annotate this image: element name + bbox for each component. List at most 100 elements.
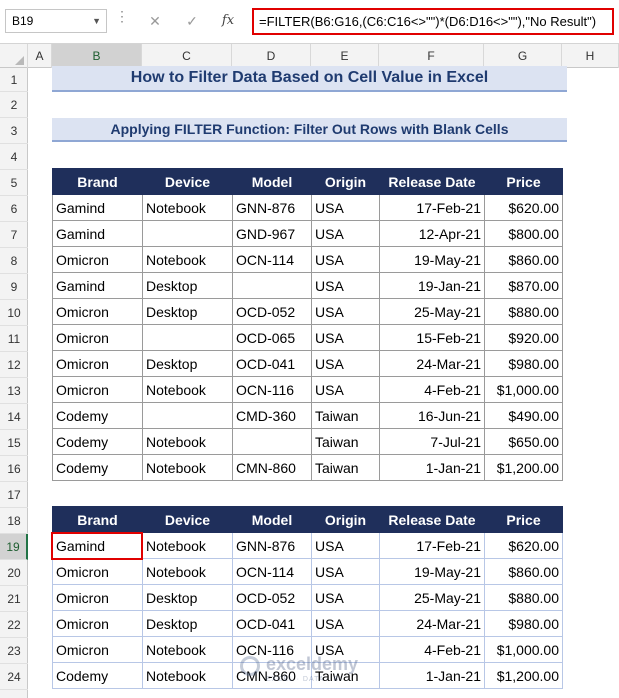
source-table-cell[interactable]: USA bbox=[311, 324, 380, 351]
source-table-cell[interactable]: 17-Feb-21 bbox=[379, 194, 485, 221]
row-header-3[interactable]: 3 bbox=[0, 118, 28, 144]
row-header-7[interactable]: 7 bbox=[0, 222, 28, 248]
result-table-header-cell[interactable]: Device bbox=[142, 506, 233, 533]
source-table-cell[interactable]: Notebook bbox=[142, 194, 233, 221]
source-table-cell[interactable]: CMN-860 bbox=[232, 454, 312, 481]
source-table-cell[interactable]: 24-Mar-21 bbox=[379, 350, 485, 377]
source-table-header-cell[interactable]: Origin bbox=[311, 168, 380, 195]
source-table-cell[interactable] bbox=[232, 272, 312, 299]
source-table-cell[interactable]: USA bbox=[311, 298, 380, 325]
row-header-2[interactable]: 2 bbox=[0, 92, 28, 118]
source-table-cell[interactable]: Omicron bbox=[52, 324, 143, 351]
source-table-header-cell[interactable]: Device bbox=[142, 168, 233, 195]
result-table-cell[interactable]: 24-Mar-21 bbox=[379, 610, 485, 637]
result-table-cell[interactable]: $860.00 bbox=[484, 558, 563, 585]
source-table-cell[interactable]: $920.00 bbox=[484, 324, 563, 351]
source-table-cell[interactable]: $490.00 bbox=[484, 402, 563, 429]
result-table-cell[interactable]: Omicron bbox=[52, 584, 143, 611]
result-table-cell[interactable]: USA bbox=[311, 610, 380, 637]
formula-bar-grip-icon[interactable]: ⋮ bbox=[115, 9, 129, 28]
result-table-cell[interactable]: Desktop bbox=[142, 610, 233, 637]
source-table-cell[interactable]: $880.00 bbox=[484, 298, 563, 325]
formula-input[interactable]: =FILTER(B6:G16,(C6:C16<>"")*(D6:D16<>"")… bbox=[252, 8, 614, 35]
source-table-cell[interactable]: Desktop bbox=[142, 350, 233, 377]
source-table-cell[interactable]: Omicron bbox=[52, 298, 143, 325]
source-table-cell[interactable]: Taiwan bbox=[311, 402, 380, 429]
result-table-cell[interactable]: USA bbox=[311, 584, 380, 611]
row-header-21[interactable]: 21 bbox=[0, 586, 28, 612]
column-header-d[interactable]: D bbox=[232, 44, 311, 68]
source-table-cell[interactable]: Notebook bbox=[142, 246, 233, 273]
result-table-cell[interactable]: Notebook bbox=[142, 636, 233, 663]
source-table-cell[interactable]: Codemy bbox=[52, 402, 143, 429]
source-table-header-cell[interactable]: Model bbox=[232, 168, 312, 195]
row-header-22[interactable]: 22 bbox=[0, 612, 28, 638]
result-table-cell[interactable]: USA bbox=[311, 532, 380, 559]
source-table-cell[interactable]: Codemy bbox=[52, 428, 143, 455]
source-table-cell[interactable]: Omicron bbox=[52, 246, 143, 273]
name-box[interactable]: B19 ▼ bbox=[5, 9, 107, 33]
column-header-h[interactable]: H bbox=[562, 44, 619, 68]
result-table-cell[interactable]: Codemy bbox=[52, 662, 143, 689]
result-table-cell[interactable]: OCN-114 bbox=[232, 558, 312, 585]
source-table-header-cell[interactable]: Release Date bbox=[379, 168, 485, 195]
result-table-cell[interactable]: Omicron bbox=[52, 610, 143, 637]
row-header-9[interactable]: 9 bbox=[0, 274, 28, 300]
source-table-cell[interactable]: Gamind bbox=[52, 220, 143, 247]
source-table-cell[interactable]: OCN-114 bbox=[232, 246, 312, 273]
result-table-cell[interactable]: Omicron bbox=[52, 636, 143, 663]
source-table-cell[interactable]: Desktop bbox=[142, 298, 233, 325]
row-header-8[interactable]: 8 bbox=[0, 248, 28, 274]
row-header-10[interactable]: 10 bbox=[0, 300, 28, 326]
row-header-4[interactable]: 4 bbox=[0, 144, 28, 170]
row-header-18[interactable]: 18 bbox=[0, 508, 28, 534]
source-table-cell[interactable]: $980.00 bbox=[484, 350, 563, 377]
result-table-cell[interactable]: 1-Jan-21 bbox=[379, 662, 485, 689]
source-table-cell[interactable]: Codemy bbox=[52, 454, 143, 481]
column-header-c[interactable]: C bbox=[142, 44, 232, 68]
result-table-cell[interactable]: Notebook bbox=[142, 532, 233, 559]
row-header-24[interactable]: 24 bbox=[0, 664, 28, 690]
source-table-cell[interactable]: 7-Jul-21 bbox=[379, 428, 485, 455]
source-table-cell[interactable] bbox=[142, 324, 233, 351]
row-header-23[interactable]: 23 bbox=[0, 638, 28, 664]
source-table-cell[interactable]: GNN-876 bbox=[232, 194, 312, 221]
result-table-cell[interactable]: 19-May-21 bbox=[379, 558, 485, 585]
result-table-cell[interactable]: $620.00 bbox=[484, 532, 563, 559]
source-table-cell[interactable]: OCD-052 bbox=[232, 298, 312, 325]
source-table-cell[interactable]: Omicron bbox=[52, 376, 143, 403]
source-table-cell[interactable]: OCD-065 bbox=[232, 324, 312, 351]
result-table-cell[interactable]: $1,000.00 bbox=[484, 636, 563, 663]
source-table-cell[interactable]: $1,200.00 bbox=[484, 454, 563, 481]
result-table-header-cell[interactable]: Price bbox=[484, 506, 563, 533]
row-header-25[interactable]: 25 bbox=[0, 690, 28, 698]
source-table-cell[interactable]: $800.00 bbox=[484, 220, 563, 247]
source-table-cell[interactable]: USA bbox=[311, 272, 380, 299]
source-table-cell[interactable]: Desktop bbox=[142, 272, 233, 299]
result-table-cell[interactable]: Notebook bbox=[142, 558, 233, 585]
result-table-cell[interactable]: Omicron bbox=[52, 558, 143, 585]
source-table-cell[interactable]: 4-Feb-21 bbox=[379, 376, 485, 403]
result-table-cell[interactable]: USA bbox=[311, 558, 380, 585]
result-table-cell[interactable]: GNN-876 bbox=[232, 532, 312, 559]
source-table-cell[interactable]: USA bbox=[311, 246, 380, 273]
result-table-cell[interactable]: OCD-041 bbox=[232, 610, 312, 637]
column-header-b[interactable]: B bbox=[52, 44, 142, 68]
cancel-icon[interactable]: ✕ bbox=[145, 11, 165, 31]
source-table-header-cell[interactable]: Price bbox=[484, 168, 563, 195]
column-header-f[interactable]: F bbox=[379, 44, 484, 68]
source-table-header-cell[interactable]: Brand bbox=[52, 168, 143, 195]
column-header-e[interactable]: E bbox=[311, 44, 379, 68]
result-table-header-cell[interactable]: Origin bbox=[311, 506, 380, 533]
result-table-cell[interactable]: $980.00 bbox=[484, 610, 563, 637]
source-table-cell[interactable]: Taiwan bbox=[311, 428, 380, 455]
result-table-cell[interactable]: Notebook bbox=[142, 662, 233, 689]
row-header-11[interactable]: 11 bbox=[0, 326, 28, 352]
source-table-cell[interactable]: $650.00 bbox=[484, 428, 563, 455]
row-header-14[interactable]: 14 bbox=[0, 404, 28, 430]
result-table-cell[interactable]: 17-Feb-21 bbox=[379, 532, 485, 559]
source-table-cell[interactable] bbox=[142, 402, 233, 429]
result-table-header-cell[interactable]: Model bbox=[232, 506, 312, 533]
source-table-cell[interactable]: 15-Feb-21 bbox=[379, 324, 485, 351]
column-header-a[interactable]: A bbox=[28, 44, 52, 68]
